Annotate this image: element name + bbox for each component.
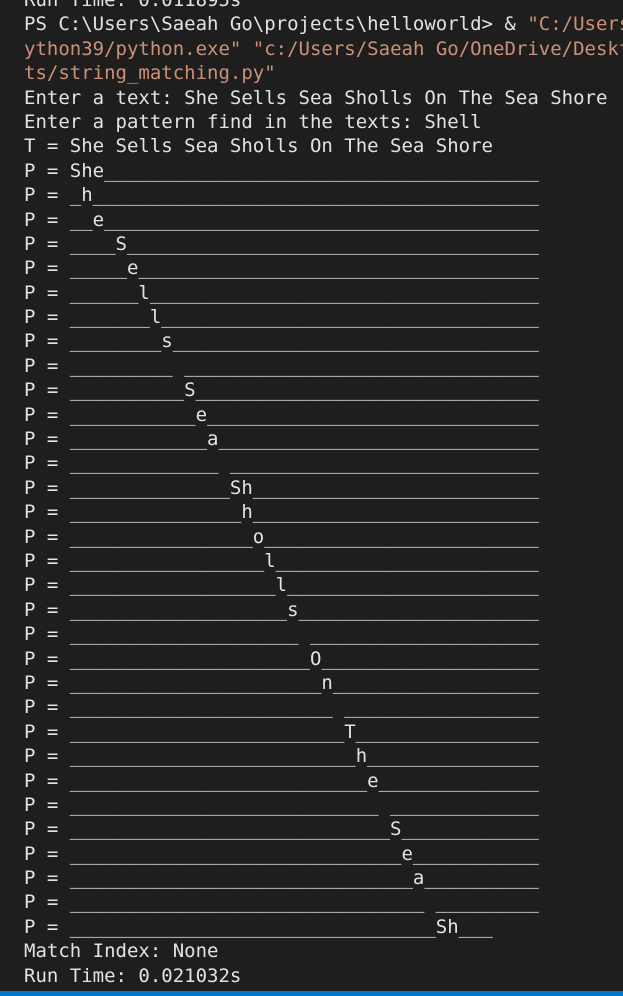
command-line-1: PS C:\Users\Saeah Go\projects\helloworld… <box>24 12 623 36</box>
shell-prompt: PS C:\Users\Saeah Go\projects\helloworld… <box>24 13 528 36</box>
pattern-line: P = _________________l__________________… <box>24 549 539 572</box>
command-space <box>241 38 252 60</box>
pattern-line: P = ______________________n_____________… <box>24 671 539 694</box>
pattern-line: P = _________ __________________________… <box>24 354 539 377</box>
pattern-line: P = ________________________T___________… <box>24 720 539 743</box>
pattern-shift-lines: P = She_________________________________… <box>24 159 623 940</box>
pattern-line: P = ____________________ _______________… <box>24 623 539 646</box>
python-path-part-2: ython39/python.exe" <box>24 37 242 60</box>
pattern-line: P = _____________________________e______… <box>24 842 539 865</box>
pattern-line: P = ______________________________a_____… <box>24 867 539 890</box>
pattern-line: P = ____S_______________________________… <box>24 232 539 255</box>
command-line-2: ython39/python.exe" "c:/Users/Saeah Go/O… <box>24 37 623 61</box>
pattern-line: P = __________________l_________________… <box>24 574 539 597</box>
terminal-output: Run Time: 0.011895s PS C:\Users\Saeah Go… <box>24 0 623 988</box>
input-text-line: Enter a text: She Sells Sea Sholls On Th… <box>24 86 608 109</box>
pattern-line: P = _______________________ ____________… <box>24 696 539 719</box>
pattern-line: P = ______________Sh____________________… <box>24 476 539 499</box>
pattern-line: P = ____________a_______________________… <box>24 428 539 451</box>
pattern-line: P = __________S_________________________… <box>24 379 539 402</box>
pattern-line: P = __e_________________________________… <box>24 208 539 231</box>
command-line-3: ts/string_matching.py" <box>24 61 623 85</box>
pattern-line: P = _h__________________________________… <box>24 184 539 207</box>
runtime-line: Run Time: 0.021032s <box>24 964 242 987</box>
pattern-line: P = ___________e________________________… <box>24 403 539 426</box>
script-path-part-2: ts/string_matching.py" <box>24 62 276 85</box>
input-pattern-line: Enter a pattern find in the texts: Shell <box>24 110 482 133</box>
pattern-line: P = _____e______________________________… <box>24 257 539 280</box>
pattern-line: P = _______l____________________________… <box>24 306 539 329</box>
pattern-line: P = _____________ ______________________… <box>24 452 539 475</box>
text-t-line: T = She Sells Sea Sholls On The Sea Shor… <box>24 135 493 158</box>
pattern-line: P = _________________________h__________… <box>24 745 539 768</box>
pattern-line: P = _______________h____________________… <box>24 501 539 524</box>
pattern-line: P = __________________________e_________… <box>24 769 539 792</box>
pattern-line: P = _____________________O______________… <box>24 647 539 670</box>
pattern-line: P = ___________________s________________… <box>24 598 539 621</box>
pattern-line: P = She_________________________________… <box>24 159 539 182</box>
script-path-part-1: "c:/Users/Saeah Go/OneDrive/Desktop <box>252 37 623 60</box>
python-path-part-1: "C:/Users/S <box>527 13 623 36</box>
pattern-line: P = ________________o___________________… <box>24 525 539 548</box>
pattern-line: P = ________s___________________________… <box>24 330 539 353</box>
pattern-line: P = ______l_____________________________… <box>24 281 539 304</box>
pattern-line: P = _______________________________ ____… <box>24 891 539 914</box>
terminal-panel[interactable]: Run Time: 0.011895s PS C:\Users\Saeah Go… <box>0 0 623 996</box>
pattern-line: P = ____________________________S_______… <box>24 818 539 841</box>
previous-runtime-line: Run Time: 0.011895s <box>24 0 242 11</box>
match-index-line: Match Index: None <box>24 940 219 963</box>
status-bar <box>0 991 623 996</box>
pattern-line: P = ________________________________Sh__… <box>24 915 493 938</box>
pattern-line: P = ___________________________ ________… <box>24 793 539 816</box>
